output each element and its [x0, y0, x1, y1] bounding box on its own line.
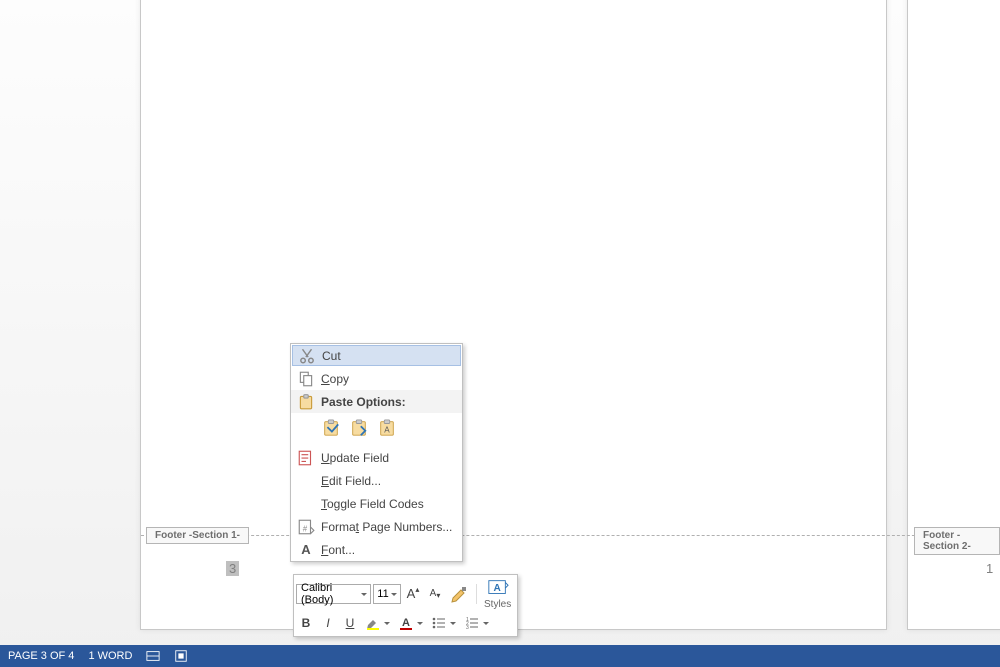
paste-merge-formatting[interactable] [347, 416, 371, 440]
mini-toolbar: Calibri (Body) 11 A▴ A▾ A Styles B I U A [293, 574, 518, 637]
menu-item-copy[interactable]: Copy [291, 367, 462, 390]
status-bar: PAGE 3 OF 4 1 WORD [0, 645, 1000, 667]
svg-text:3: 3 [466, 625, 469, 631]
font-icon: A [297, 542, 315, 557]
menu-item-update-field-label: Update Field [315, 451, 454, 465]
menu-item-format-page-numbers[interactable]: # Format Page Numbers... [291, 515, 462, 538]
menu-item-toggle-field-codes-label: Toggle Field Codes [315, 497, 454, 511]
svg-text:#: # [303, 524, 308, 533]
numbering-button[interactable]: 123 [461, 612, 492, 634]
paste-keep-text-only[interactable]: A [375, 416, 399, 440]
menu-item-paste-options: Paste Options: [291, 390, 462, 413]
status-page-indicator[interactable]: PAGE 3 OF 4 [8, 650, 74, 662]
svg-text:A: A [402, 617, 410, 629]
menu-item-edit-field[interactable]: Edit Field... [291, 469, 462, 492]
menu-item-format-page-numbers-label: Format Page Numbers... [315, 520, 454, 534]
bullets-button[interactable] [428, 612, 459, 634]
mini-toolbar-row-1: Calibri (Body) 11 A▴ A▾ A Styles [296, 577, 515, 610]
page-number-icon: # [297, 518, 315, 536]
menu-item-font-label: Font... [315, 543, 454, 557]
font-size-select[interactable]: 11 [373, 584, 401, 604]
paste-options-row: A [291, 413, 462, 446]
footer-page-number-right: 1 [986, 561, 993, 576]
menu-item-copy-label: Copy [315, 372, 454, 386]
mini-toolbar-row-2: B I U A 123 [296, 612, 515, 634]
status-word-count[interactable]: 1 WORD [88, 650, 132, 662]
font-color-button[interactable]: A [395, 612, 426, 634]
text-highlight-color-button[interactable] [362, 612, 393, 634]
increase-font-size-button[interactable]: A▴ [403, 583, 423, 605]
font-name-select[interactable]: Calibri (Body) [296, 584, 371, 604]
menu-item-font[interactable]: A Font... [291, 538, 462, 561]
format-painter-button[interactable] [447, 583, 473, 605]
menu-item-cut-label: Cut [316, 349, 453, 363]
context-menu: Cut Copy Paste Options: A Update Field E… [290, 343, 463, 562]
italic-button[interactable]: I [318, 612, 338, 634]
menu-item-toggle-field-codes[interactable]: Toggle Field Codes [291, 492, 462, 515]
svg-text:A: A [384, 426, 390, 435]
bold-button[interactable]: B [296, 612, 316, 634]
menu-item-cut[interactable]: Cut [292, 345, 461, 366]
footer-boundary-line [141, 535, 1000, 536]
menu-item-update-field[interactable]: Update Field [291, 446, 462, 469]
status-spelling-icon[interactable] [146, 649, 160, 663]
styles-button-label: Styles [484, 599, 511, 610]
paste-icon [297, 393, 315, 411]
menu-item-edit-field-label: Edit Field... [315, 474, 454, 488]
update-field-icon [297, 449, 315, 467]
styles-button[interactable]: A Styles [480, 577, 515, 610]
svg-text:A: A [493, 583, 501, 594]
separator [476, 584, 477, 604]
status-macro-icon[interactable] [174, 649, 188, 663]
cut-icon [298, 347, 316, 365]
copy-icon [297, 370, 315, 388]
underline-button[interactable]: U [340, 612, 360, 634]
decrease-font-size-button[interactable]: A▾ [425, 583, 445, 605]
footer-section-tab-2[interactable]: Footer -Section 2- [914, 527, 1000, 555]
paste-keep-source-formatting[interactable] [319, 416, 343, 440]
footer-page-number-left[interactable]: 3 [226, 561, 239, 576]
footer-section-tab-1[interactable]: Footer -Section 1- [146, 527, 249, 544]
menu-item-paste-options-label: Paste Options: [315, 395, 454, 409]
